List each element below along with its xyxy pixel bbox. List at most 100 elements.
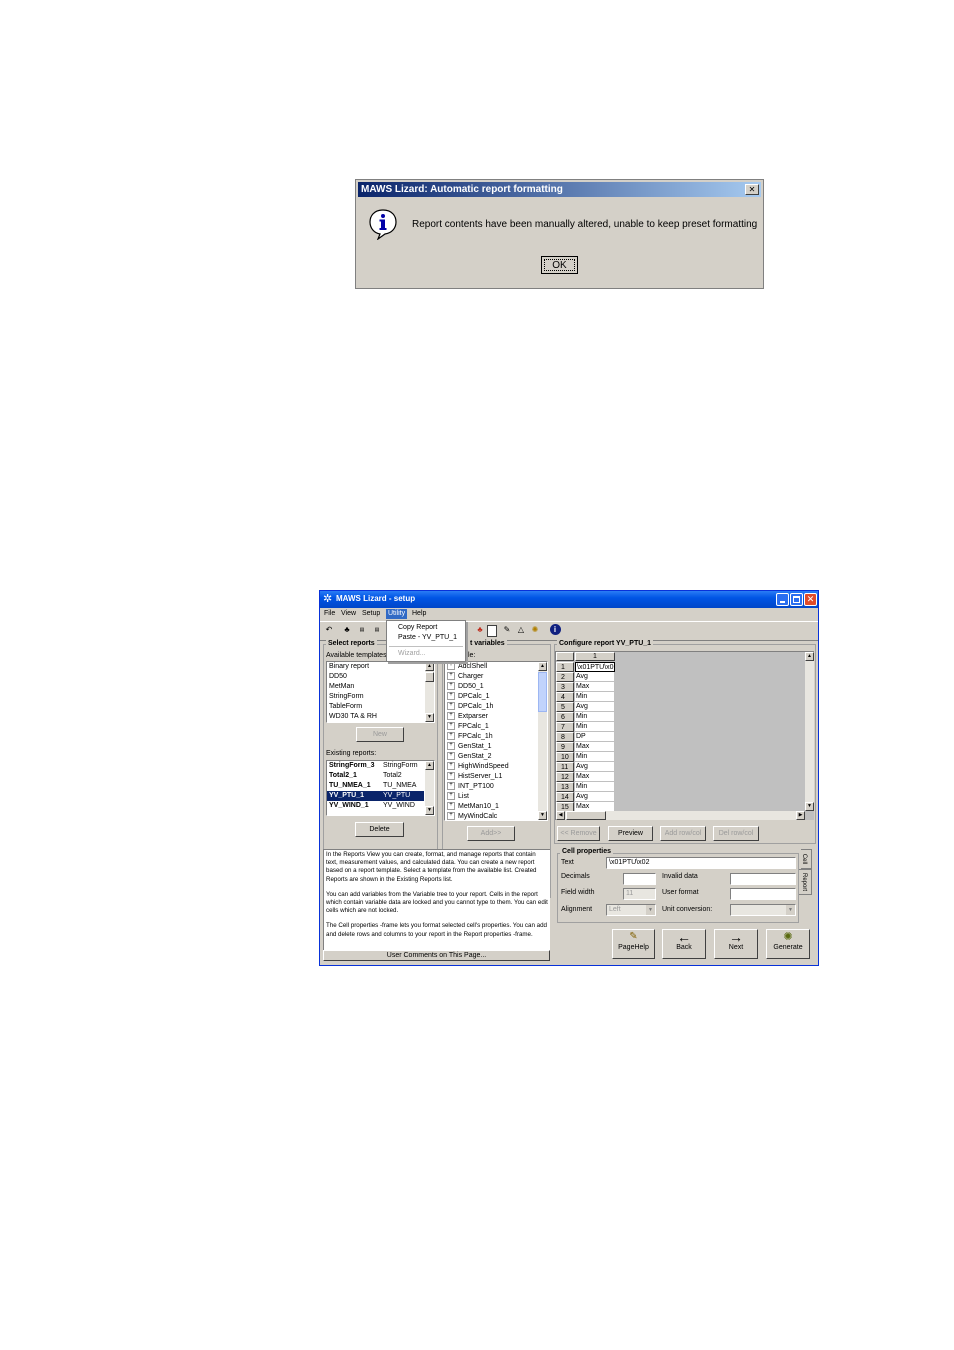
expand-icon[interactable]: + xyxy=(447,752,455,761)
new-button[interactable]: New xyxy=(356,727,404,742)
toolbar-info-button[interactable]: i xyxy=(548,624,562,638)
grid-cell[interactable]: Max xyxy=(575,742,615,752)
add-rowcol-button[interactable]: Add row/col xyxy=(660,826,706,841)
grid-row-header[interactable]: 11 xyxy=(556,762,574,772)
grid-cell[interactable]: Avg xyxy=(575,762,615,772)
report-grid[interactable]: 1 1 \x01PTU\x0 2 Avg 3 Max 4 Min 5 Avg 6 Min 7 Min 8 DP… xyxy=(555,651,814,820)
grid-hscroll[interactable]: ◀ ▶ xyxy=(556,811,805,820)
list-item[interactable]: StringForm xyxy=(327,692,434,702)
expand-icon[interactable]: + xyxy=(447,692,455,701)
delete-button[interactable]: Delete xyxy=(355,822,404,837)
existing-reports-list[interactable]: StringForm_3 StringForm Total2_1 Total2 … xyxy=(326,760,435,816)
toolbar-alarm-button[interactable]: △ xyxy=(514,624,528,638)
list-item[interactable]: Total2_1 Total2 xyxy=(327,771,434,781)
tree-item[interactable]: + Charger xyxy=(445,672,547,682)
minimize-button[interactable] xyxy=(776,593,789,606)
grid-row-header[interactable]: 2 xyxy=(556,672,574,682)
scroll-thumb[interactable] xyxy=(425,672,434,682)
ok-button[interactable]: OK xyxy=(541,256,578,274)
expand-icon[interactable]: + xyxy=(447,682,455,691)
scroll-down-button[interactable]: ▼ xyxy=(538,811,547,820)
scroll-right-button[interactable]: ▶ xyxy=(796,811,805,820)
scroll-up-button[interactable]: ▲ xyxy=(425,761,434,770)
scroll-left-button[interactable]: ◀ xyxy=(556,811,565,820)
grid-cell[interactable]: Min xyxy=(575,712,615,722)
preview-button[interactable]: Preview xyxy=(608,826,653,841)
toolbar-page-button[interactable] xyxy=(487,625,497,637)
invalid-data-field[interactable] xyxy=(730,873,796,885)
toolbar-settings-button[interactable]: ✺ xyxy=(528,624,542,638)
toolbar-tools-button[interactable]: ♣ xyxy=(473,624,487,638)
remove-button[interactable]: << Remove xyxy=(557,826,600,841)
menu-item-wizard[interactable]: Wizard... xyxy=(398,650,426,657)
grid-row-header[interactable]: 14 xyxy=(556,792,574,802)
menu-file[interactable]: File xyxy=(324,610,335,617)
menu-setup[interactable]: Setup xyxy=(362,610,380,617)
grid-row-header[interactable]: 8 xyxy=(556,732,574,742)
tree-item[interactable]: + DPCalc_1 xyxy=(445,692,547,702)
grid-row-header[interactable]: 13 xyxy=(556,782,574,792)
expand-icon[interactable]: + xyxy=(447,772,455,781)
maximize-button[interactable] xyxy=(790,593,803,606)
expand-icon[interactable]: + xyxy=(447,662,455,671)
tab-report[interactable]: Report xyxy=(799,869,812,895)
tree-item[interactable]: + MetMan10_1 xyxy=(445,802,547,812)
grid-cell[interactable]: Min xyxy=(575,692,615,702)
tree-item[interactable]: + MyWindCalc xyxy=(445,812,547,820)
tree-item[interactable]: + FPCalc_1h xyxy=(445,732,547,742)
grid-row-header[interactable]: 9 xyxy=(556,742,574,752)
expand-icon[interactable]: + xyxy=(447,762,455,771)
expand-icon[interactable]: + xyxy=(447,782,455,791)
tree-item[interactable]: + HighWindSpeed xyxy=(445,762,547,772)
expand-icon[interactable]: + xyxy=(447,812,455,820)
expand-icon[interactable]: + xyxy=(447,702,455,711)
variables-tree[interactable]: + AdclShell + Charger + DD50_1 + DPCalc_1 + DPCal… xyxy=(444,661,548,821)
tree-item[interactable]: + DPCalc_1h xyxy=(445,702,547,712)
tree-item[interactable]: + DD50_1 xyxy=(445,682,547,692)
toolbar-edit-button[interactable]: ✎ xyxy=(500,624,514,638)
window-close-button[interactable]: ✕ xyxy=(804,593,817,606)
list-item[interactable]: TableForm xyxy=(327,702,434,712)
grid-row-header[interactable]: 1 xyxy=(556,662,574,672)
list-item[interactable]: StringForm_3 StringForm xyxy=(327,761,434,771)
text-field[interactable]: \x01PTU\x02 xyxy=(606,857,796,869)
tree-item[interactable]: + GenStat_2 xyxy=(445,752,547,762)
grid-col-header[interactable]: 1 xyxy=(575,652,615,661)
dialog-close-button[interactable]: ✕ xyxy=(745,184,759,195)
grid-cell[interactable]: Min xyxy=(575,782,615,792)
grid-vscroll[interactable]: ▲ ▼ xyxy=(805,652,814,811)
expand-icon[interactable]: + xyxy=(447,722,455,731)
generate-button[interactable]: ✺ Generate xyxy=(766,929,810,959)
scroll-up-button[interactable]: ▲ xyxy=(425,662,434,671)
grid-row-header[interactable]: 6 xyxy=(556,712,574,722)
tab-cell[interactable]: Cell xyxy=(801,849,812,869)
add-button[interactable]: Add>> xyxy=(467,826,515,841)
grid-cell[interactable]: Avg xyxy=(575,702,615,712)
tree-item[interactable]: + INT_PT100 xyxy=(445,782,547,792)
next-button[interactable]: → Next xyxy=(714,929,758,959)
tree-item[interactable]: + Extparser xyxy=(445,712,547,722)
toolbar-dev2-button[interactable]: ▤ xyxy=(370,624,384,638)
templates-scrollbar[interactable]: ▲ ▼ xyxy=(425,662,434,722)
grid-row-header[interactable]: 5 xyxy=(556,702,574,712)
tree-item[interactable]: + List xyxy=(445,792,547,802)
expand-icon[interactable]: + xyxy=(447,742,455,751)
menu-view[interactable]: View xyxy=(341,610,356,617)
expand-icon[interactable]: + xyxy=(447,732,455,741)
scroll-up-button[interactable]: ▲ xyxy=(805,652,814,661)
alignment-select[interactable]: Left ▼ xyxy=(606,904,656,916)
decimals-field[interactable] xyxy=(623,873,656,885)
del-rowcol-button[interactable]: Del row/col xyxy=(713,826,759,841)
scroll-thumb[interactable] xyxy=(566,811,606,820)
user-format-field[interactable] xyxy=(730,888,796,900)
back-button[interactable]: ← Back xyxy=(662,929,706,959)
scroll-down-button[interactable]: ▼ xyxy=(805,802,814,811)
grid-row-header[interactable]: 12 xyxy=(556,772,574,782)
grid-cell[interactable]: Max xyxy=(575,772,615,782)
user-comments-button[interactable]: User Comments on This Page... xyxy=(323,950,550,961)
scroll-down-button[interactable]: ▼ xyxy=(425,713,434,722)
tree-item[interactable]: + FPCalc_1 xyxy=(445,722,547,732)
grid-cell[interactable]: DP xyxy=(575,732,615,742)
expand-icon[interactable]: + xyxy=(447,792,455,801)
unit-conversion-select[interactable]: ▼ xyxy=(730,904,796,916)
